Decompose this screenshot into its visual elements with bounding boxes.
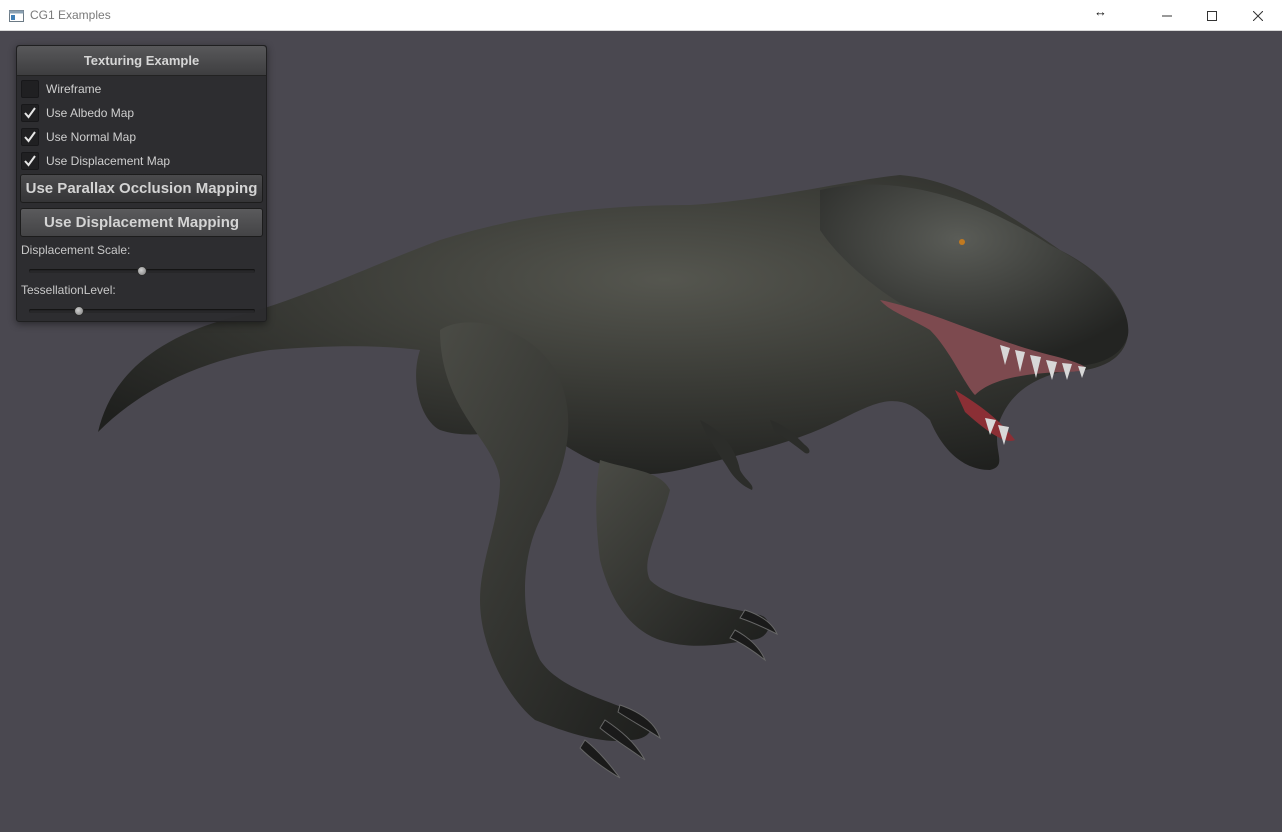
tessellation-level-label: TessellationLevel: xyxy=(21,283,116,297)
window-titlebar[interactable]: CG1 Examples ↔ xyxy=(0,0,1282,31)
maximize-button[interactable] xyxy=(1189,0,1235,31)
maximize-icon xyxy=(1207,10,1217,21)
window-title: CG1 Examples xyxy=(30,8,111,22)
minimize-icon xyxy=(1162,15,1172,16)
displacement-map-label: Use Displacement Map xyxy=(46,154,171,168)
tessellation-level-slider-handle[interactable] xyxy=(73,306,84,316)
displacement-map-checkbox[interactable] xyxy=(21,152,39,170)
normal-map-checkbox[interactable] xyxy=(21,128,39,146)
checkmark-icon xyxy=(24,155,36,167)
albedo-map-toggle[interactable]: Use Albedo Map xyxy=(21,103,134,123)
normal-map-label: Use Normal Map xyxy=(46,130,137,144)
minimize-button[interactable] xyxy=(1144,0,1190,31)
displacement-map-toggle[interactable]: Use Displacement Map xyxy=(21,151,170,171)
displacement-scale-slider-handle[interactable] xyxy=(137,266,147,276)
albedo-map-checkbox[interactable] xyxy=(21,104,39,122)
tessellation-level-slider[interactable] xyxy=(29,306,255,316)
close-icon xyxy=(1253,10,1263,21)
panel-title: Texturing Example xyxy=(17,46,266,76)
checkmark-icon xyxy=(24,131,36,143)
displacement-scale-slider[interactable] xyxy=(29,266,255,276)
albedo-map-label: Use Albedo Map xyxy=(46,106,135,120)
close-button[interactable] xyxy=(1235,0,1281,31)
parallax-occlusion-mapping-button[interactable]: Use Parallax Occlusion Mapping xyxy=(20,174,263,203)
texturing-example-panel: Texturing Example Wireframe Use Albedo M… xyxy=(16,45,267,322)
displacement-mapping-button[interactable]: Use Displacement Mapping xyxy=(20,208,263,237)
displacement-scale-label: Displacement Scale: xyxy=(21,243,131,257)
wireframe-toggle[interactable]: Wireframe xyxy=(21,79,101,99)
horizontal-resize-cursor-icon: ↔ xyxy=(1094,4,1107,19)
normal-map-toggle[interactable]: Use Normal Map xyxy=(21,127,136,147)
checkmark-icon xyxy=(24,107,36,119)
app-window-icon xyxy=(9,9,24,22)
wireframe-checkbox[interactable] xyxy=(21,80,39,98)
wireframe-label: Wireframe xyxy=(46,82,102,96)
